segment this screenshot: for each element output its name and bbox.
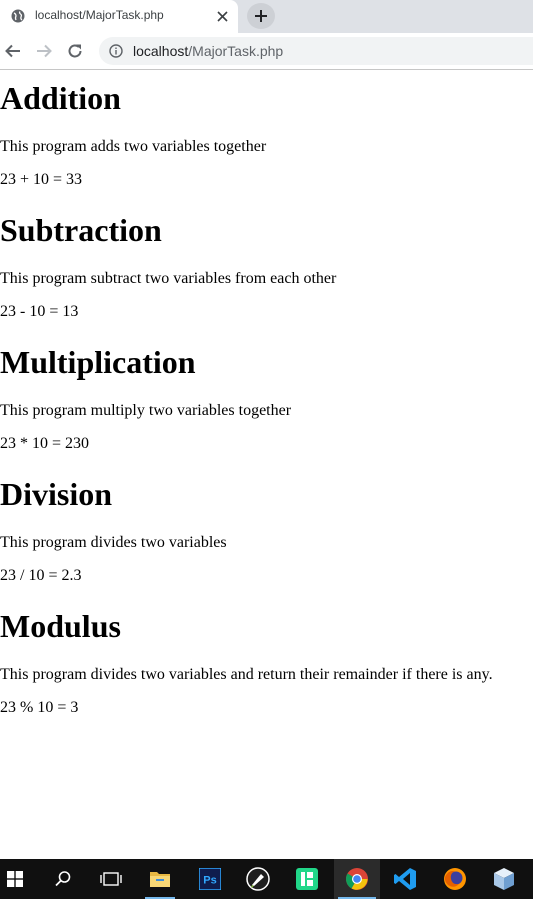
tab-strip: localhost/MajorTask.php	[0, 0, 533, 33]
section-division: Division This program divides two variab…	[0, 476, 227, 585]
start-button[interactable]	[0, 859, 30, 899]
jetbrains-button[interactable]	[290, 859, 324, 899]
chrome-icon	[346, 868, 368, 890]
windows-start-icon	[7, 871, 23, 887]
section-heading: Division	[0, 476, 113, 512]
section-heading: Addition	[0, 80, 121, 116]
forward-arrow-icon[interactable]	[35, 42, 53, 60]
section-subtraction: Subtraction This program subtract two va…	[0, 212, 336, 321]
section-result: 23 + 10 = 33	[0, 171, 83, 188]
plus-icon	[255, 10, 267, 22]
virtualbox-icon	[494, 868, 514, 890]
file-explorer-button[interactable]	[141, 859, 179, 899]
section-result: 23 / 10 = 2.3	[0, 567, 82, 584]
firefox-icon	[444, 868, 466, 890]
vscode-button[interactable]	[384, 859, 426, 899]
address-bar[interactable]: localhost/MajorTask.php	[99, 37, 533, 65]
section-description: This program divides two variables and r…	[0, 666, 493, 683]
section-heading: Modulus	[0, 608, 121, 644]
photoshop-label: Ps	[203, 875, 216, 887]
close-icon[interactable]	[216, 10, 229, 23]
browser-tab[interactable]: localhost/MajorTask.php	[0, 0, 238, 33]
section-addition: Addition This program adds two variables…	[0, 80, 266, 189]
url-host: localhost	[133, 43, 189, 59]
jetbrains-icon	[296, 868, 318, 890]
page-content: Addition This program adds two variables…	[0, 70, 533, 859]
task-view-button[interactable]	[94, 859, 128, 899]
section-description: This program multiply two variables toge…	[0, 402, 292, 419]
section-result: 23 * 10 = 230	[0, 435, 90, 452]
section-description: This program adds two variables together	[0, 138, 267, 155]
section-multiplication: Multiplication This program multiply two…	[0, 344, 291, 453]
section-result: 23 % 10 = 3	[0, 699, 79, 716]
vscode-icon	[394, 868, 416, 890]
reload-icon[interactable]	[66, 42, 84, 60]
virtualbox-button[interactable]	[486, 859, 522, 899]
url-text: localhost/MajorTask.php	[133, 43, 283, 59]
taskbar: Ps	[0, 859, 533, 899]
globe-icon	[11, 9, 25, 23]
section-heading: Multiplication	[0, 344, 196, 380]
section-result: 23 - 10 = 13	[0, 303, 79, 320]
new-tab-button[interactable]	[247, 3, 275, 29]
photoshop-icon: Ps	[199, 868, 221, 890]
search-button[interactable]	[46, 859, 80, 899]
browser-toolbar: localhost/MajorTask.php	[0, 33, 533, 70]
chrome-button[interactable]	[334, 859, 380, 899]
section-description: This program subtract two variables from…	[0, 270, 337, 287]
tab-title: localhost/MajorTask.php	[35, 8, 164, 22]
section-heading: Subtraction	[0, 212, 162, 248]
section-description: This program divides two variables	[0, 534, 227, 551]
photoshop-button[interactable]: Ps	[194, 859, 226, 899]
url-path: /MajorTask.php	[188, 43, 284, 59]
inkscape-button[interactable]	[241, 859, 275, 899]
search-icon	[55, 871, 71, 887]
info-icon[interactable]	[109, 44, 123, 58]
task-view-icon	[100, 872, 122, 886]
inkscape-icon	[246, 867, 270, 891]
section-modulus: Modulus This program divides two variabl…	[0, 608, 493, 717]
file-explorer-icon	[150, 872, 170, 887]
firefox-button[interactable]	[437, 859, 473, 899]
back-arrow-icon[interactable]	[4, 42, 22, 60]
